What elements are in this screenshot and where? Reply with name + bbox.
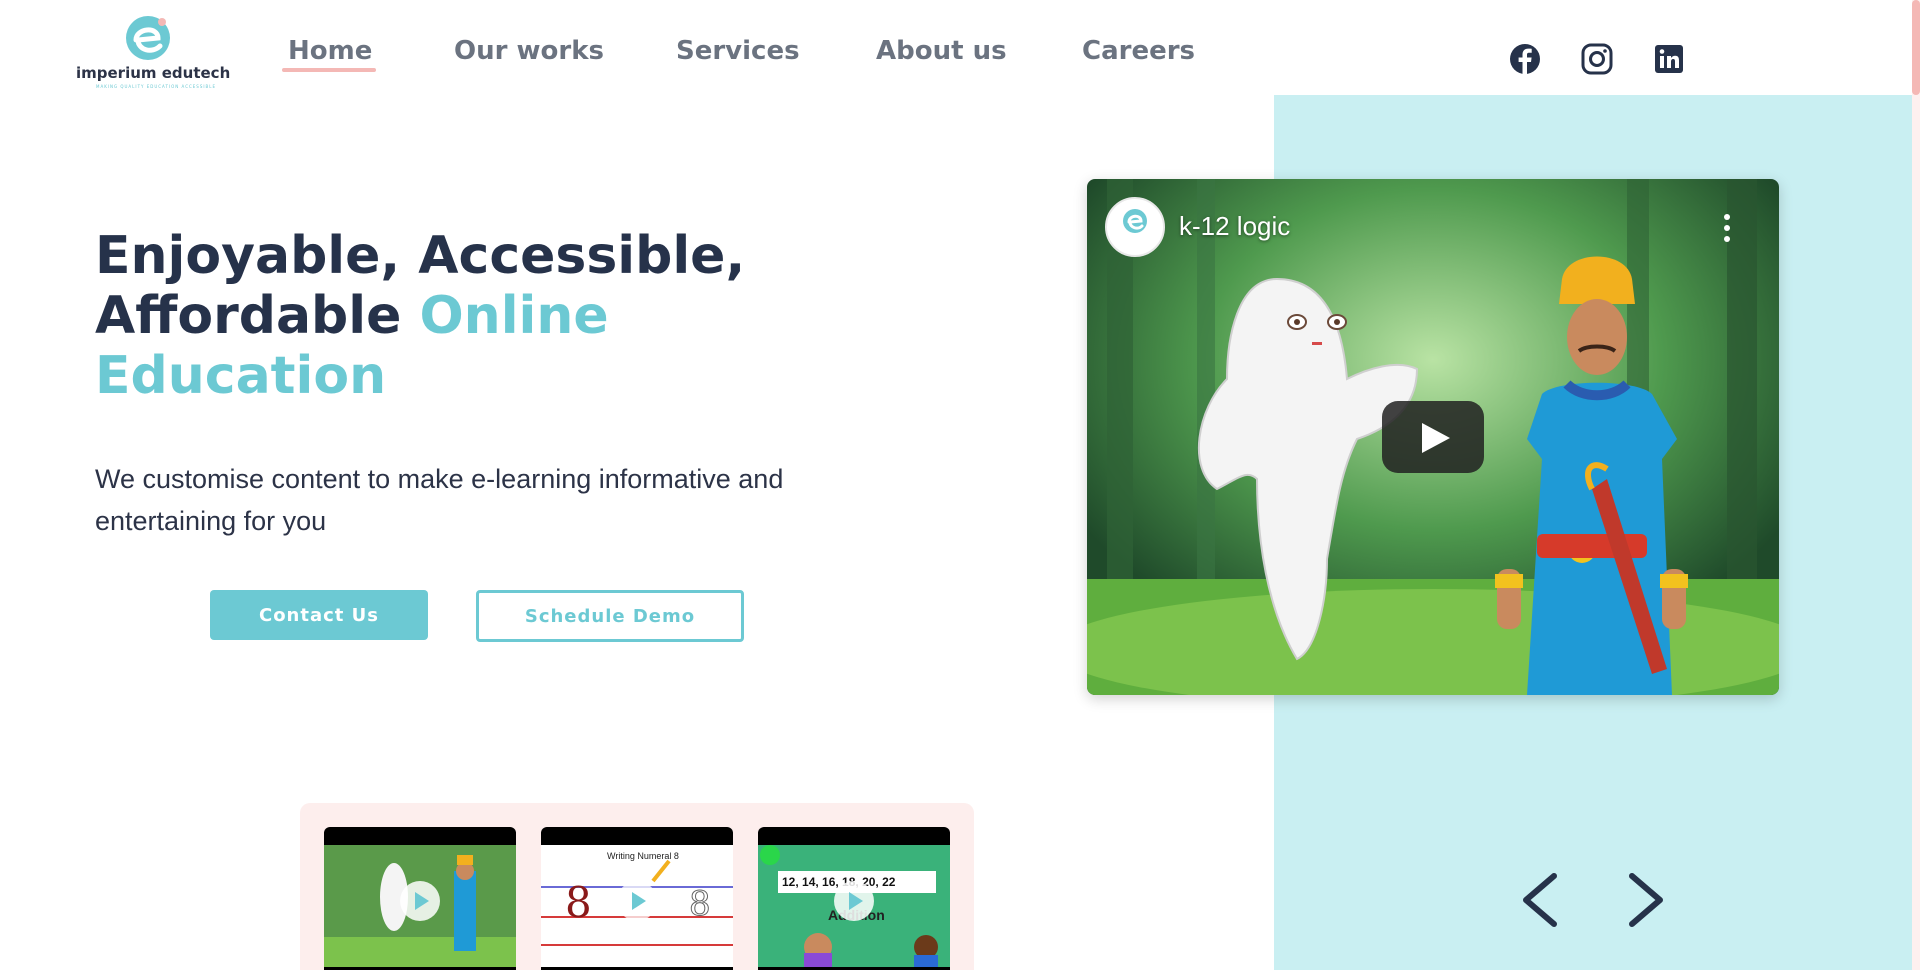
linkedin-icon[interactable] [1652,42,1686,76]
brand-tagline: MAKING QUALITY EDUCATION ACCESSIBLE [96,84,217,89]
thumbnail-play-icon [617,881,657,921]
nav-active-underline [282,68,376,72]
nav-services[interactable]: Services [676,36,800,66]
video-player[interactable]: k-12 logic [1087,179,1779,695]
thumbnail-ghost-king[interactable] [324,827,516,970]
chevron-left-icon[interactable] [1518,872,1562,928]
thumbnail-writing-numeral[interactable]: 8 8 Writing Numeral 8 [541,827,733,970]
chevron-right-icon[interactable] [1624,872,1668,928]
scrollbar-track[interactable] [1912,0,1920,970]
brand-logo[interactable]: imperium edutech MAKING QUALITY EDUCATIO… [74,14,230,90]
scrollbar-thumb[interactable] [1912,0,1920,95]
thumbnail-addition[interactable]: 12, 14, 16, 18, 20, 22 Addition [758,827,950,970]
logo-e-icon [126,16,170,60]
channel-avatar[interactable] [1105,197,1165,257]
svg-text:8: 8 [689,884,711,924]
hero-subtitle: We customise content to make e-learning … [95,464,784,536]
brand-name: imperium edutech [76,64,231,82]
facebook-icon[interactable] [1508,42,1542,76]
contact-us-button[interactable]: Contact Us [210,590,428,640]
hero-title: Enjoyable, Accessible, Affordable Online… [95,226,815,406]
svg-text:8: 8 [565,878,592,927]
instagram-icon[interactable] [1580,42,1614,76]
thumbnail-play-icon [400,881,440,921]
nav-careers[interactable]: Careers [1082,36,1195,66]
video-thumbnails-panel: 8 8 Writing Numeral 8 12, 14, 16, 18, 20… [300,803,974,970]
video-play-button[interactable] [1382,401,1484,473]
more-options-icon[interactable] [1723,213,1731,243]
thumbnail-caption-writing: Writing Numeral 8 [607,851,679,861]
thumbnail-play-icon [834,881,874,921]
video-title[interactable]: k-12 logic [1179,211,1290,242]
nav-our-works[interactable]: Our works [454,36,604,66]
schedule-demo-button[interactable]: Schedule Demo [476,590,744,642]
nav-about-us[interactable]: About us [876,36,1007,66]
channel-logo-icon [1123,209,1147,233]
nav-home[interactable]: Home [288,36,372,66]
